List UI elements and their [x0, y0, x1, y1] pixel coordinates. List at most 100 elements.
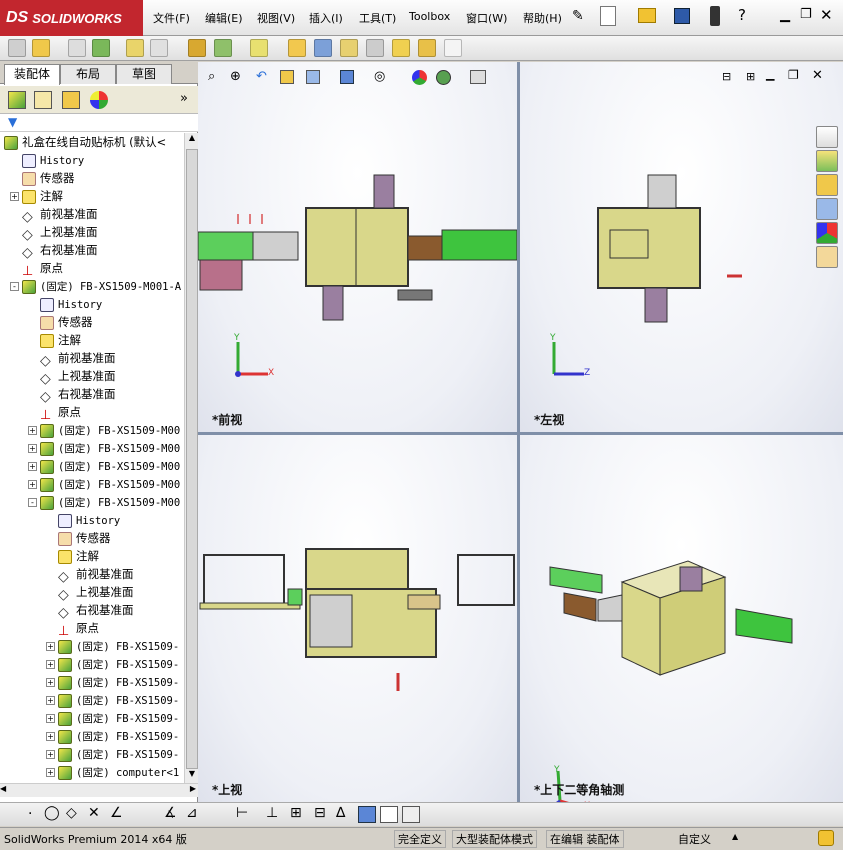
- explode-line-sketch-icon[interactable]: [366, 39, 384, 57]
- tree-item[interactable]: 前视基准面: [40, 349, 116, 367]
- line-icon[interactable]: ∠: [110, 805, 123, 821]
- exploded-view-icon[interactable]: [340, 39, 358, 57]
- unit-system-dropdown-icon[interactable]: ▲: [732, 832, 738, 841]
- tab-assembly[interactable]: 装配体: [4, 64, 60, 85]
- rebuild-traffic-light-icon[interactable]: [710, 6, 720, 26]
- hide-show-items-icon[interactable]: ◎: [374, 69, 385, 84]
- tree-item[interactable]: 传感器: [40, 313, 93, 331]
- open-folder-icon[interactable]: [638, 8, 656, 23]
- file-explorer-icon[interactable]: [816, 174, 838, 196]
- tree-item[interactable]: 注解: [40, 331, 81, 349]
- view-palette-icon[interactable]: [816, 198, 838, 220]
- pin-icon[interactable]: ✎: [572, 8, 584, 24]
- expand-icon[interactable]: +: [46, 678, 55, 687]
- viewport-left[interactable]: Y Z *左视: [520, 62, 843, 432]
- tree-item[interactable]: 前视基准面: [58, 565, 134, 583]
- tree-item[interactable]: + (固定) FB-XS1509-: [46, 745, 179, 763]
- tile-vertical-icon[interactable]: ⊞: [746, 70, 755, 83]
- relations-icon[interactable]: ⊥: [266, 805, 278, 821]
- minimize-icon[interactable]: ▁: [780, 8, 790, 23]
- point-icon[interactable]: ·: [28, 806, 32, 822]
- zoom-to-fit-icon[interactable]: ⌕: [208, 69, 215, 84]
- scroll-left-icon[interactable]: ◀: [0, 784, 6, 793]
- expand-icon[interactable]: +: [46, 768, 55, 777]
- design-library-icon[interactable]: [816, 150, 838, 172]
- tree-vertical-scrollbar[interactable]: ▲ ▼: [184, 133, 198, 783]
- expand-icon[interactable]: +: [28, 444, 37, 453]
- circle-icon[interactable]: ◯: [44, 805, 60, 821]
- expand-icon[interactable]: +: [46, 732, 55, 741]
- sketch-grid-icon[interactable]: ⊟: [314, 805, 326, 821]
- expand-icon[interactable]: +: [28, 480, 37, 489]
- tree-item[interactable]: 原点: [58, 619, 99, 637]
- offset-icon[interactable]: ∡: [164, 805, 177, 821]
- close-icon[interactable]: ✕: [820, 6, 833, 24]
- tree-item[interactable]: 右视基准面: [40, 385, 116, 403]
- tree-item[interactable]: 上视基准面: [22, 223, 98, 241]
- tree-item[interactable]: + (固定) FB-XS1509-: [46, 655, 179, 673]
- tree-filter[interactable]: ▼: [0, 114, 198, 132]
- new-part-icon[interactable]: [8, 39, 26, 57]
- menu-view[interactable]: 视图(V): [257, 10, 295, 26]
- polygon-icon[interactable]: ◇: [66, 805, 77, 821]
- tree-item[interactable]: 上视基准面: [58, 583, 134, 601]
- hidden-lines-icon[interactable]: [380, 806, 398, 823]
- tree-item[interactable]: History: [40, 295, 102, 313]
- tree-root-assembly[interactable]: 礼盒在线自动贴标机 (默认<: [4, 133, 166, 151]
- tree-item[interactable]: + (固定) FB-XS1509-: [46, 637, 179, 655]
- tree-item[interactable]: 上视基准面: [40, 367, 116, 385]
- unit-system[interactable]: 自定义: [678, 831, 711, 847]
- expand-icon[interactable]: +: [46, 750, 55, 759]
- tree-item[interactable]: + (固定) FB-XS1509-: [46, 709, 179, 727]
- tag-icon[interactable]: [818, 830, 834, 846]
- tab-sketch[interactable]: 草图: [116, 64, 172, 84]
- tree-item[interactable]: + (固定) FB-XS1509-M00: [28, 439, 180, 457]
- tree-horizontal-scrollbar[interactable]: ◀ ▶: [0, 783, 198, 797]
- tree-item[interactable]: - (固定) FB-XS1509-M001-A: [10, 277, 181, 295]
- expand-icon[interactable]: +: [10, 192, 19, 201]
- previous-view-icon[interactable]: ↶: [256, 69, 267, 84]
- move-component-icon[interactable]: [150, 39, 168, 57]
- tree-item[interactable]: 右视基准面: [58, 601, 134, 619]
- menu-window[interactable]: 窗口(W): [466, 10, 507, 26]
- tree-item[interactable]: 右视基准面: [22, 241, 98, 259]
- tree-item[interactable]: + (固定) FB-XS1509-: [46, 691, 179, 709]
- shaded-view-icon[interactable]: [358, 806, 376, 823]
- grid-icon[interactable]: ⊞: [290, 805, 302, 821]
- tree-item[interactable]: 原点: [22, 259, 63, 277]
- expand-icon[interactable]: +: [46, 642, 55, 651]
- new-motion-study-icon[interactable]: [288, 39, 306, 57]
- menu-toolbox[interactable]: Toolbox: [409, 10, 450, 23]
- menu-tools[interactable]: 工具(T): [359, 10, 396, 26]
- tree-item[interactable]: History: [22, 151, 84, 169]
- tree-item[interactable]: + (固定) computer<1: [46, 763, 179, 781]
- edit-appearance-icon[interactable]: [412, 70, 427, 85]
- display-manager-icon[interactable]: [90, 91, 108, 109]
- view-orientation-icon[interactable]: [306, 70, 320, 84]
- expand-icon[interactable]: +: [46, 714, 55, 723]
- tree-item[interactable]: + (固定) FB-XS1509-M00: [28, 475, 180, 493]
- tree-item[interactable]: + (固定) FB-XS1509-M00: [28, 421, 180, 439]
- viewport-horizontal-splitter[interactable]: [198, 432, 843, 435]
- help-icon[interactable]: ?: [738, 6, 746, 24]
- scroll-up-icon[interactable]: ▲: [186, 133, 198, 147]
- mate-icon[interactable]: [68, 39, 86, 57]
- menu-help[interactable]: 帮助(H): [523, 10, 562, 26]
- insert-component-icon[interactable]: [32, 39, 50, 57]
- tree-item[interactable]: + 注解: [10, 187, 63, 205]
- filter-icon[interactable]: ▼: [8, 115, 17, 129]
- custom-properties-icon[interactable]: [816, 246, 838, 268]
- viewport-isometric[interactable]: Y X Z *上下二等角轴测: [520, 435, 843, 802]
- tree-item[interactable]: 传感器: [58, 529, 111, 547]
- solidworks-resources-icon[interactable]: [816, 126, 838, 148]
- scroll-thumb[interactable]: [186, 149, 198, 769]
- reference-geometry-icon[interactable]: [250, 39, 268, 57]
- show-hidden-icon[interactable]: [188, 39, 206, 57]
- trim-icon[interactable]: ✕: [88, 805, 100, 821]
- bill-of-materials-icon[interactable]: [314, 39, 332, 57]
- assembly-features-icon[interactable]: [214, 39, 232, 57]
- scroll-right-icon[interactable]: ▶: [190, 784, 196, 793]
- viewport-close-icon[interactable]: ✕: [812, 68, 823, 83]
- menu-edit[interactable]: 编辑(E): [205, 10, 243, 26]
- display-style-icon[interactable]: [340, 70, 354, 84]
